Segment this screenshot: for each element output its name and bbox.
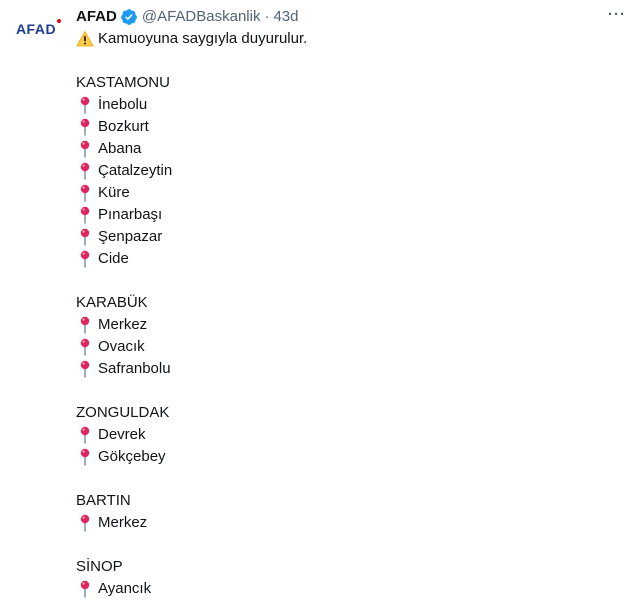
place-item: Küre [76,182,640,204]
round-pushpin-icon [80,184,90,202]
region-group: ZONGULDAK Devrek Gökçebey [76,402,640,468]
place-name: Ayancık [98,580,152,597]
place-item: Cide [76,248,640,270]
place-item: Ayancık [76,578,640,600]
region-group: SİNOP Ayancık [76,556,640,600]
place-name: Gökçebey [98,448,166,465]
region-group: KASTAMONU İnebolu Bozkurt Abana Çatalzeytin K… [76,72,640,270]
place-name: Safranbolu [98,360,171,377]
place-item: Merkez [76,512,640,534]
place-name: Küre [98,184,130,201]
place-item: Devrek [76,424,640,446]
round-pushpin-icon [80,316,90,334]
region-name: ZONGULDAK [76,404,170,421]
round-pushpin-icon [80,162,90,180]
place-name: Bozkurt [98,118,149,135]
region-name: BARTIN [76,492,131,509]
avatar-logo-dot [57,19,62,23]
round-pushpin-icon [80,448,90,466]
account-handle[interactable]: @AFADBaskanlik [142,7,261,27]
place-name: Devrek [98,426,146,443]
round-pushpin-icon [80,426,90,444]
tweet-header: AFAD @AFADBaskanlik · 43d [76,6,640,28]
place-item: Merkez [76,314,640,336]
place-name: Ovacık [98,338,145,355]
round-pushpin-icon [80,514,90,532]
place-item: İnebolu [76,94,640,116]
place-name: Abana [98,140,142,157]
region-name: SİNOP [76,558,123,575]
place-name: Şenpazar [98,228,163,245]
header-separator: · [264,8,270,25]
round-pushpin-icon [80,250,90,268]
warning-icon [76,30,94,48]
tweet-timestamp[interactable]: 43d [273,7,298,27]
place-item: Abana [76,138,640,160]
region-group: BARTIN Merkez [76,490,640,534]
round-pushpin-icon [80,228,90,246]
tweet: AFAD @AFADBaskanlik · 43d ··· Kamuoyuna … [76,0,640,600]
place-name: Merkez [98,514,148,531]
intro-text: Kamuoyuna saygıyla duyurulur. [98,30,308,47]
place-name: Merkez [98,316,148,333]
place-item: Gökçebey [76,446,640,468]
tweet-intro: Kamuoyuna saygıyla duyurulur. [76,28,640,50]
place-item: Çatalzeytin [76,160,640,182]
place-item: Şenpazar [76,226,640,248]
place-item: Pınarbaşı [76,204,640,226]
round-pushpin-icon [80,360,90,378]
region-list: KASTAMONU İnebolu Bozkurt Abana Çatalzeytin K… [76,72,640,600]
place-name: Pınarbaşı [98,206,163,223]
tweet-body: Kamuoyuna saygıyla duyurulur. KASTAMONU İ… [76,28,640,600]
place-name: İnebolu [98,96,148,113]
round-pushpin-icon [80,118,90,136]
place-item: Bozkurt [76,116,640,138]
place-name: Cide [98,250,129,267]
verified-badge-icon [120,8,138,26]
place-name: Çatalzeytin [98,162,173,179]
avatar-logo-text: AFAD [16,19,62,37]
region-group: KARABÜK Merkez Ovacık Safranbolu [76,292,640,380]
round-pushpin-icon [80,580,90,598]
round-pushpin-icon [80,338,90,356]
round-pushpin-icon [80,206,90,224]
round-pushpin-icon [80,96,90,114]
region-name: KASTAMONU [76,74,170,91]
region-name: KARABÜK [76,294,148,311]
place-item: Ovacık [76,336,640,358]
round-pushpin-icon [80,140,90,158]
account-name[interactable]: AFAD [76,7,117,27]
place-item: Safranbolu [76,358,640,380]
avatar[interactable]: AFAD [10,14,62,44]
more-options-icon[interactable]: ··· [608,6,626,23]
